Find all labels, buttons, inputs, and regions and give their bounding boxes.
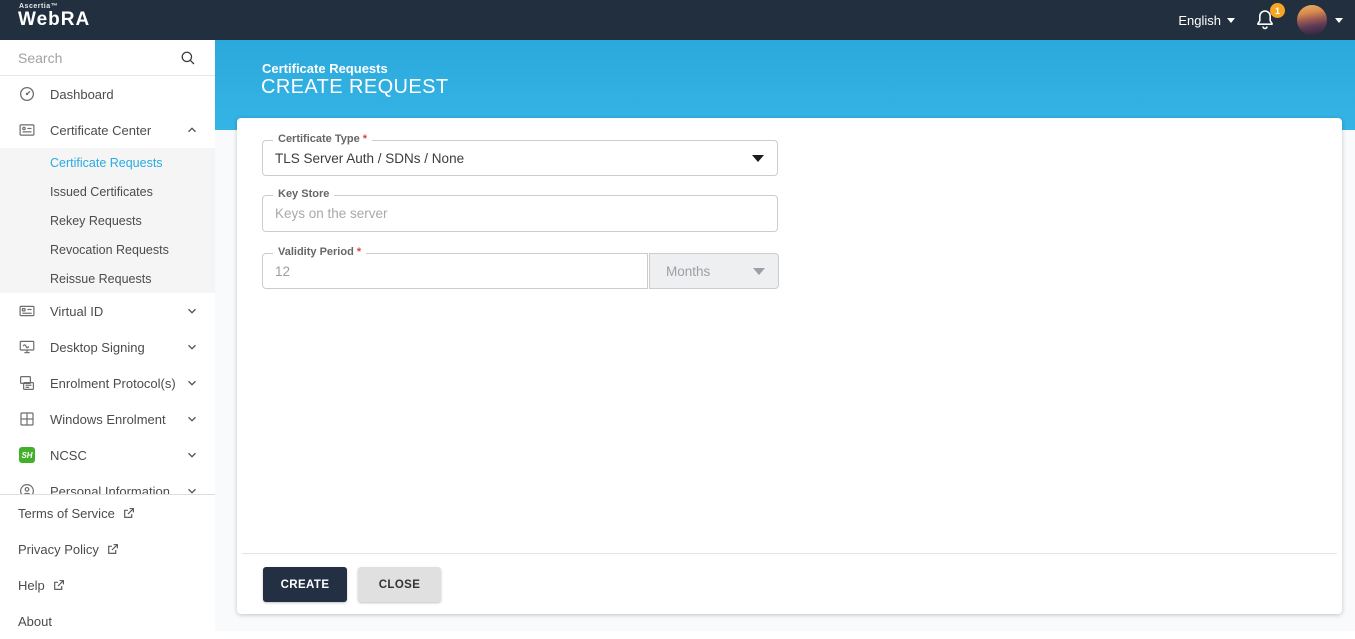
chevron-down-icon [185, 376, 199, 390]
search-icon[interactable] [179, 49, 197, 67]
certificate-type-value: TLS Server Auth / SDNs / None [275, 150, 465, 166]
sh-badge-text: SH [19, 447, 35, 463]
create-button[interactable]: CREATE [263, 567, 347, 602]
sidebar-item-enrolment-protocols[interactable]: Enrolment Protocol(s) [0, 365, 215, 401]
language-label: English [1178, 12, 1221, 28]
sub-item-label: Rekey Requests [50, 213, 142, 228]
card-footer-divider [242, 553, 1337, 554]
sidebar-item-label: Windows Enrolment [50, 411, 166, 427]
chevron-down-icon [185, 304, 199, 318]
dropdown-caret-icon [753, 268, 765, 275]
chevron-up-icon [185, 123, 199, 137]
sidebar-item-label: Personal Information [50, 483, 170, 495]
person-circle-icon [18, 482, 36, 494]
certificate-center-submenu: Certificate Requests Issued Certificates… [0, 148, 215, 293]
about-link[interactable]: About [0, 603, 215, 639]
notifications-button[interactable]: 1 [1253, 3, 1285, 33]
validity-period-input[interactable] [263, 254, 647, 288]
terms-of-service-link[interactable]: Terms of Service [0, 495, 215, 531]
key-store-field: Key Store [262, 188, 778, 232]
sub-item-label: Reissue Requests [50, 271, 152, 286]
sidebar-footer: Terms of Service Privacy Policy Help Abo… [0, 494, 215, 639]
sidebar-nav: Dashboard Certificate Center Certificate… [0, 76, 215, 494]
id-card-icon [18, 302, 36, 320]
page-header: Certificate Requests CREATE REQUEST [215, 40, 1355, 130]
brand-product: WebRA [18, 9, 91, 30]
validity-period-field: Validity Period* Months [262, 246, 779, 289]
validity-unit-select[interactable]: Months [649, 253, 779, 289]
main-content: Certificate Requests CREATE REQUEST Cert… [215, 40, 1355, 631]
sidebar-item-virtual-id[interactable]: Virtual ID [0, 293, 215, 329]
chevron-down-icon [185, 412, 199, 426]
external-link-icon [52, 579, 65, 592]
key-store-input[interactable] [263, 196, 777, 231]
close-button[interactable]: CLOSE [358, 567, 441, 602]
certificate-card-icon [18, 121, 36, 139]
chevron-down-icon [185, 340, 199, 354]
sidebar-item-label: Enrolment Protocol(s) [50, 375, 176, 391]
sidebar-item-label: Virtual ID [50, 303, 104, 319]
sidebar-item-desktop-signing[interactable]: Desktop Signing [0, 329, 215, 365]
certificate-type-select[interactable]: Certificate Type * TLS Server Auth / SDNs… [262, 133, 778, 176]
windows-grid-icon [18, 410, 36, 428]
sidebar-item-rekey-requests[interactable]: Rekey Requests [0, 206, 215, 235]
sidebar-item-certificate-requests[interactable]: Certificate Requests [0, 148, 215, 177]
green-sh-badge-icon: SH [18, 446, 36, 464]
sidebar-item-label: Certificate Center [50, 122, 152, 138]
user-menu[interactable] [1297, 5, 1343, 35]
sidebar-item-label: NCSC [50, 447, 87, 463]
breadcrumb: Certificate Requests [262, 61, 388, 76]
sidebar-item-issued-certificates[interactable]: Issued Certificates [0, 177, 215, 206]
sidebar-item-reissue-requests[interactable]: Reissue Requests [0, 264, 215, 293]
chevron-down-icon [185, 484, 199, 494]
chevron-down-icon [1227, 17, 1235, 23]
help-link[interactable]: Help [0, 567, 215, 603]
dashboard-gauge-icon [18, 85, 36, 103]
notification-count-badge: 1 [1270, 3, 1285, 18]
footer-link-label: Privacy Policy [18, 541, 99, 557]
avatar [1297, 5, 1327, 35]
dropdown-caret-icon [752, 155, 764, 162]
external-link-icon [106, 543, 119, 556]
sidebar-item-revocation-requests[interactable]: Revocation Requests [0, 235, 215, 264]
validity-unit-value: Months [666, 263, 711, 279]
sidebar-item-label: Dashboard [50, 86, 114, 102]
page-title: CREATE REQUEST [261, 76, 449, 98]
top-bar: Ascertia™ WebRA English 1 [0, 0, 1355, 40]
sidebar-item-personal-information[interactable]: Personal Information [0, 473, 215, 494]
sidebar-item-certificate-center[interactable]: Certificate Center [0, 112, 215, 148]
monitor-signature-icon [18, 338, 36, 356]
footer-link-label: Terms of Service [18, 505, 115, 521]
sidebar-item-label: Desktop Signing [50, 339, 145, 355]
chevron-down-icon [185, 448, 199, 462]
sub-item-label: Certificate Requests [50, 155, 163, 170]
sidebar-item-ncsc[interactable]: SH NCSC [0, 437, 215, 473]
stacked-cards-icon [18, 374, 36, 392]
language-selector[interactable]: English [1178, 13, 1235, 28]
external-link-icon [122, 507, 135, 520]
sidebar-item-dashboard[interactable]: Dashboard [0, 76, 215, 112]
privacy-policy-link[interactable]: Privacy Policy [0, 531, 215, 567]
sidebar-item-windows-enrolment[interactable]: Windows Enrolment [0, 401, 215, 437]
sidebar-search [0, 40, 215, 76]
sidebar: Dashboard Certificate Center Certificate… [0, 40, 215, 639]
create-request-card: Certificate Type * TLS Server Auth / SDNs… [237, 118, 1342, 614]
footer-link-label: Help [18, 577, 45, 593]
sub-item-label: Issued Certificates [50, 184, 153, 199]
sub-item-label: Revocation Requests [50, 242, 169, 257]
chevron-down-icon [1335, 17, 1343, 23]
search-input[interactable] [18, 46, 173, 70]
footer-link-label: About [18, 613, 52, 629]
app-logo[interactable]: Ascertia™ WebRA [18, 3, 90, 29]
